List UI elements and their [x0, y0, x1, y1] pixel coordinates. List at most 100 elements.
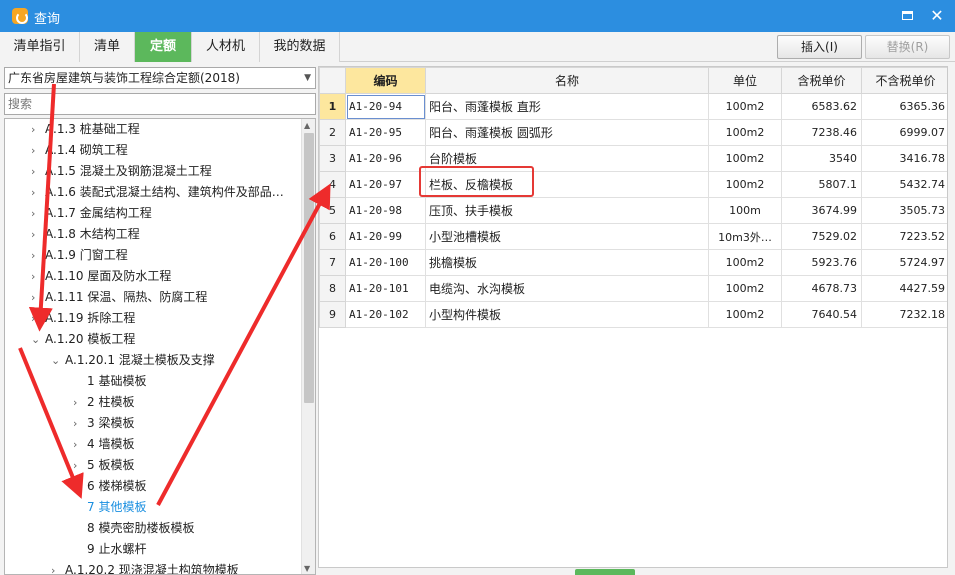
tree-node[interactable]: › A.1.11 保温、隔热、防腐工程	[31, 287, 207, 308]
chevron-right-icon[interactable]: ›	[73, 413, 87, 434]
chevron-right-icon[interactable]: ›	[31, 224, 45, 245]
tree-node[interactable]: › A.1.9 门窗工程	[31, 245, 128, 266]
scrollbar-thumb[interactable]	[304, 133, 314, 403]
cell-unit[interactable]: 100m2	[708, 93, 782, 120]
tree-node[interactable]: 9 止水螺杆	[73, 539, 146, 560]
tree-node[interactable]: › A.1.20.2 现浇混凝土构筑物模板	[51, 560, 239, 574]
cell-notax-price[interactable]: 5724.97	[861, 249, 947, 276]
table-row[interactable]: 6 A1-20-99 小型池槽模板 10m3外… 7529.02 7223.52	[319, 223, 947, 250]
chevron-right-icon[interactable]: ›	[31, 119, 45, 140]
cell-unit[interactable]: 100m2	[708, 171, 782, 198]
cell-code[interactable]: A1-20-95	[345, 119, 426, 146]
chevron-right-icon[interactable]: ›	[31, 245, 45, 266]
chevron-down-icon[interactable]: ⌄	[31, 329, 45, 350]
cell-notax-price[interactable]: 7223.52	[861, 223, 947, 250]
cell-name[interactable]: 阳台、雨蓬模板 直形	[425, 93, 709, 120]
tree-node[interactable]: › 5 板模板	[73, 455, 134, 476]
cell-code[interactable]: A1-20-96	[345, 145, 426, 172]
cell-unit[interactable]: 100m	[708, 197, 782, 224]
tree-node[interactable]: ⌄ A.1.20 模板工程	[31, 329, 135, 350]
cell-notax-price[interactable]: 7232.18	[861, 301, 947, 328]
chevron-right-icon[interactable]: ›	[31, 287, 45, 308]
column-header-name[interactable]: 名称	[425, 67, 709, 94]
cell-code[interactable]: A1-20-102	[345, 301, 426, 328]
chevron-right-icon[interactable]: ›	[31, 308, 45, 329]
search-box[interactable]	[4, 93, 316, 115]
cell-name[interactable]: 台阶模板	[425, 145, 709, 172]
cell-name[interactable]: 电缆沟、水沟模板	[425, 275, 709, 302]
cell-tax-price[interactable]: 7238.46	[781, 119, 862, 146]
column-header-notax-price[interactable]: 不含税单价	[861, 67, 947, 94]
close-icon[interactable]: ✕	[928, 7, 946, 25]
table-row[interactable]: 9 A1-20-102 小型构件模板 100m2 7640.54 7232.18	[319, 301, 947, 328]
column-header-code[interactable]: 编码	[345, 67, 426, 94]
chevron-right-icon[interactable]: ›	[31, 161, 45, 182]
tab-quota[interactable]: 定额	[135, 32, 192, 62]
cell-notax-price[interactable]: 5432.74	[861, 171, 947, 198]
chevron-right-icon[interactable]: ›	[31, 266, 45, 287]
cell-notax-price[interactable]: 4427.59	[861, 275, 947, 302]
chevron-right-icon[interactable]: ›	[73, 476, 87, 497]
table-row[interactable]: 2 A1-20-95 阳台、雨蓬模板 圆弧形 100m2 7238.46 699…	[319, 119, 947, 146]
tree-node-selected[interactable]: 7 其他模板	[73, 497, 146, 518]
minimize-icon[interactable]	[898, 7, 916, 25]
tree-node[interactable]: › A.1.10 屋面及防水工程	[31, 266, 171, 287]
tree-node[interactable]: › A.1.6 装配式混凝土结构、建筑构件及部品…	[31, 182, 284, 203]
table-row[interactable]: 7 A1-20-100 挑檐模板 100m2 5923.76 5724.97	[319, 249, 947, 276]
cell-unit[interactable]: 100m2	[708, 145, 782, 172]
cell-tax-price[interactable]: 5807.1	[781, 171, 862, 198]
chevron-right-icon[interactable]: ›	[73, 455, 87, 476]
tree-node[interactable]: 1 基础模板	[73, 371, 146, 392]
cell-name[interactable]: 压顶、扶手模板	[425, 197, 709, 224]
cell-tax-price[interactable]: 7640.54	[781, 301, 862, 328]
tree-node[interactable]: › 3 梁模板	[73, 413, 134, 434]
cell-name[interactable]: 栏板、反檐模板	[425, 171, 709, 198]
tree-node[interactable]: › A.1.4 砌筑工程	[31, 140, 128, 161]
tab-my-data[interactable]: 我的数据	[260, 32, 340, 62]
cell-unit[interactable]: 100m2	[708, 119, 782, 146]
cell-code[interactable]: A1-20-100	[345, 249, 426, 276]
cell-tax-price[interactable]: 3540	[781, 145, 862, 172]
cell-tax-price[interactable]: 4678.73	[781, 275, 862, 302]
tree-node[interactable]: › A.1.7 金属结构工程	[31, 203, 152, 224]
tree-node[interactable]: › A.1.3 桩基础工程	[31, 119, 140, 140]
search-input[interactable]	[5, 94, 315, 114]
tree-node[interactable]: › 2 柱模板	[73, 392, 134, 413]
cell-name[interactable]: 小型池槽模板	[425, 223, 709, 250]
chevron-right-icon[interactable]: ›	[51, 560, 65, 574]
cell-tax-price[interactable]: 7529.02	[781, 223, 862, 250]
tree-node[interactable]: ⌄ A.1.20.1 混凝土模板及支撑	[51, 350, 215, 371]
cell-tax-price[interactable]: 6583.62	[781, 93, 862, 120]
tree-node[interactable]: 8 模壳密肋楼板模板	[73, 518, 194, 539]
cell-tax-price[interactable]: 3674.99	[781, 197, 862, 224]
cell-tax-price[interactable]: 5923.76	[781, 249, 862, 276]
cell-code[interactable]: A1-20-97	[345, 171, 426, 198]
cell-code[interactable]: A1-20-98	[345, 197, 426, 224]
cell-unit[interactable]: 100m2	[708, 301, 782, 328]
tree-node[interactable]: › A.1.8 木结构工程	[31, 224, 140, 245]
tab-materials[interactable]: 人材机	[192, 32, 260, 62]
replace-button[interactable]: 替换(R)	[865, 35, 950, 59]
scroll-down-icon[interactable]: ▼	[304, 564, 310, 573]
cell-notax-price[interactable]: 3505.73	[861, 197, 947, 224]
chevron-down-icon[interactable]: ⌄	[51, 350, 65, 371]
column-header-tax-price[interactable]: 含税单价	[781, 67, 862, 94]
panel-collapse-handle[interactable]	[575, 569, 635, 575]
cell-unit[interactable]: 10m3外…	[708, 223, 782, 250]
chevron-right-icon[interactable]: ›	[31, 182, 45, 203]
cell-notax-price[interactable]: 3416.78	[861, 145, 947, 172]
quota-library-select[interactable]: 广东省房屋建筑与装饰工程综合定额(2018) ▼	[4, 67, 316, 89]
cell-unit[interactable]: 100m2	[708, 275, 782, 302]
cell-notax-price[interactable]: 6999.07	[861, 119, 947, 146]
tab-bill[interactable]: 清单	[80, 32, 135, 62]
cell-unit[interactable]: 100m2	[708, 249, 782, 276]
insert-button[interactable]: 插入(I)	[777, 35, 862, 59]
table-row[interactable]: 1 A1-20-94 阳台、雨蓬模板 直形 100m2 6583.62 6365…	[319, 93, 947, 120]
table-row[interactable]: 3 A1-20-96 台阶模板 100m2 3540 3416.78	[319, 145, 947, 172]
tree-node[interactable]: › 4 墙模板	[73, 434, 134, 455]
column-header-unit[interactable]: 单位	[708, 67, 782, 94]
table-row[interactable]: 4 A1-20-97 栏板、反檐模板 100m2 5807.1 5432.74	[319, 171, 947, 198]
cell-name[interactable]: 阳台、雨蓬模板 圆弧形	[425, 119, 709, 146]
chevron-right-icon[interactable]: ›	[31, 203, 45, 224]
tree-scrollbar[interactable]: ▲ ▼	[301, 119, 315, 574]
